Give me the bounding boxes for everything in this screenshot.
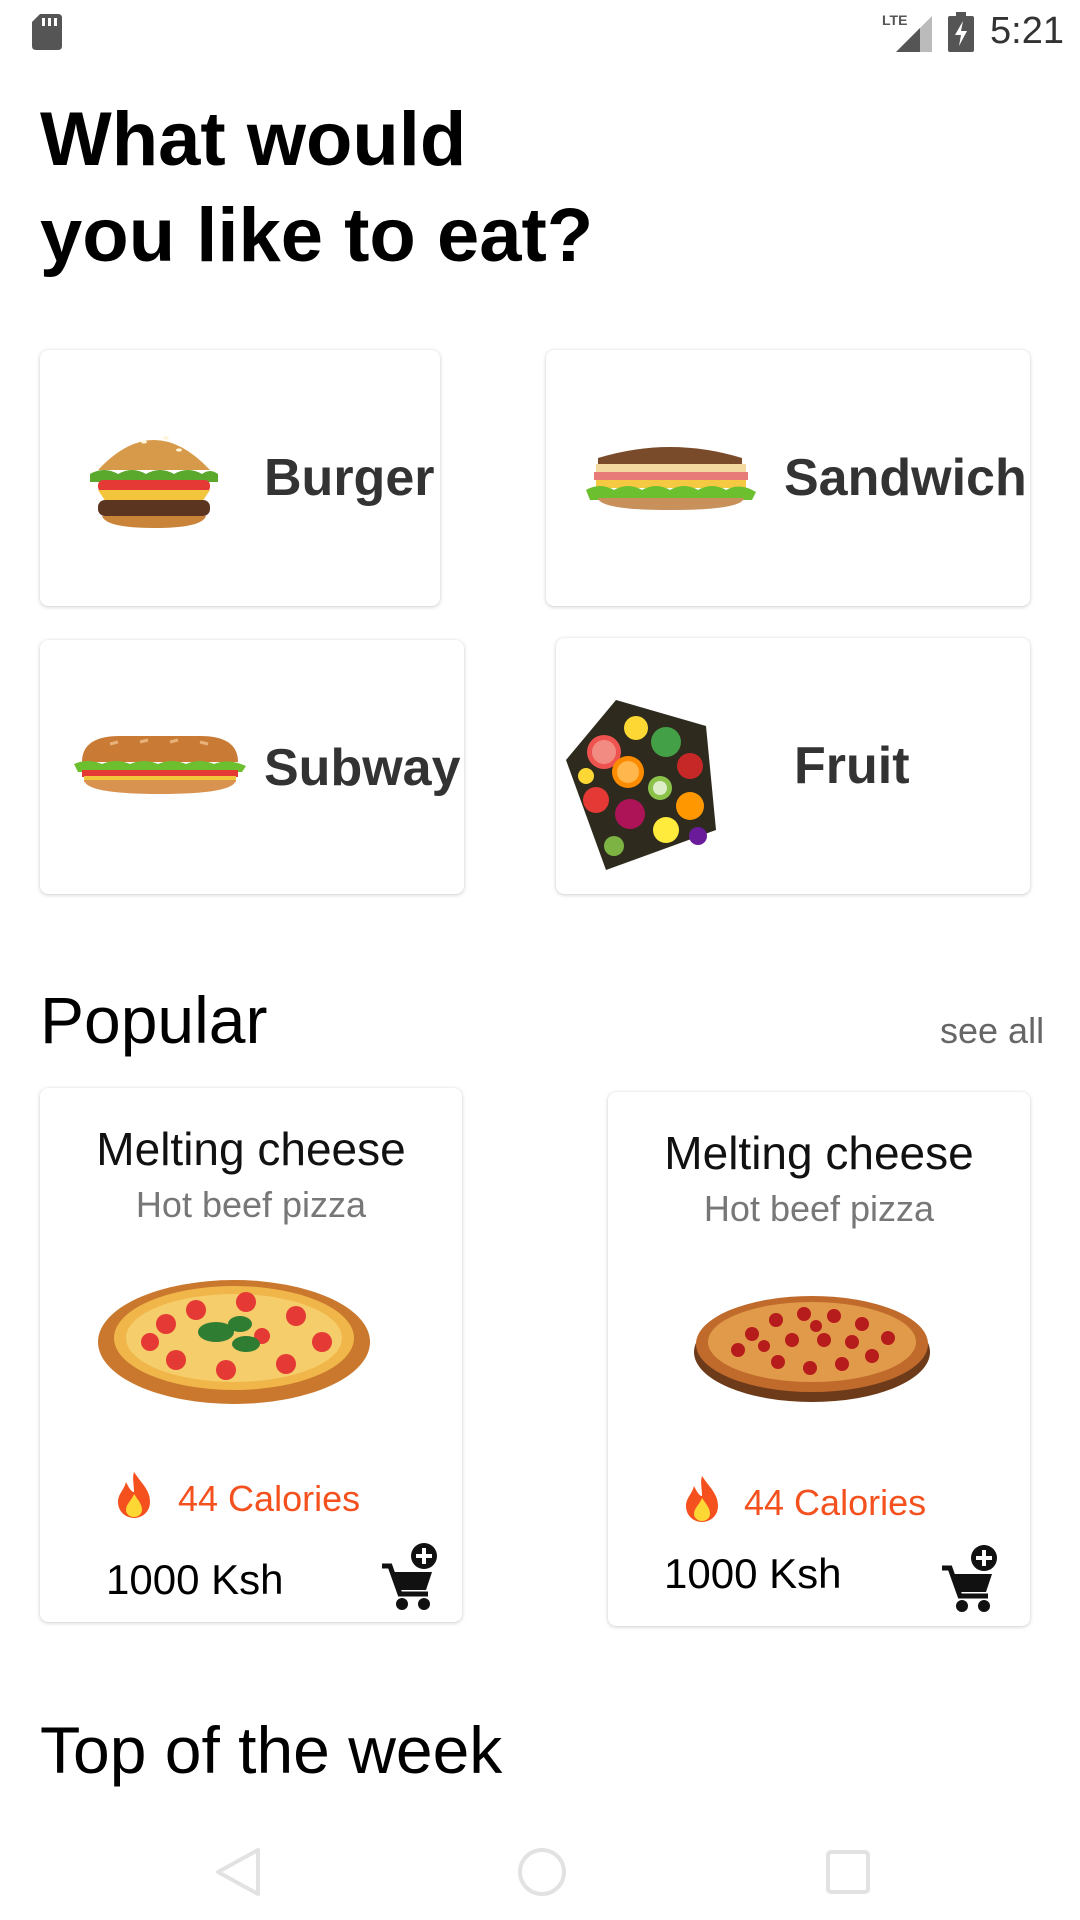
- category-label-sandwich: Sandwich: [784, 449, 1027, 507]
- category-card-fruit[interactable]: Fruit: [556, 638, 1030, 894]
- category-card-burger[interactable]: Burger: [40, 350, 440, 606]
- pepperoni-pizza-image: [694, 1296, 930, 1402]
- popular-item-name: Melting cheese: [96, 1123, 406, 1175]
- popular-item-subtitle: Hot beef pizza: [703, 1188, 935, 1229]
- add-to-cart-icon[interactable]: [380, 1542, 442, 1612]
- category-card-subway[interactable]: Subway: [40, 640, 464, 894]
- see-all-link[interactable]: see all: [940, 1010, 1044, 1052]
- subway-sandwich-image: [74, 736, 246, 794]
- top-of-the-week-heading: Top of the week: [40, 1713, 503, 1787]
- popular-item-card[interactable]: Melting cheese Hot beef pizza 44 Calorie…: [40, 1088, 462, 1622]
- popular-item-price: 1000 Ksh: [106, 1556, 284, 1603]
- add-to-cart-icon[interactable]: [940, 1544, 1002, 1614]
- popular-item-calories: 44 Calories: [178, 1478, 361, 1519]
- category-label-subway: Subway: [264, 739, 461, 797]
- page-title-line1: What would: [40, 97, 467, 182]
- popular-heading: Popular: [40, 983, 268, 1057]
- burger-image: [90, 436, 218, 528]
- category-label-fruit: Fruit: [794, 737, 910, 795]
- page-title: What would you like to eat?: [40, 92, 740, 284]
- popular-item-name: Melting cheese: [664, 1127, 974, 1179]
- home-icon[interactable]: [516, 1846, 568, 1898]
- category-card-sandwich[interactable]: Sandwich: [546, 350, 1030, 606]
- flame-icon: [686, 1476, 718, 1522]
- fruit-image: [566, 700, 716, 870]
- page-title-line2: you like to eat?: [40, 193, 594, 278]
- back-icon[interactable]: [214, 1846, 262, 1898]
- popular-item-subtitle: Hot beef pizza: [135, 1184, 367, 1225]
- lte-signal-icon: LTE: [880, 12, 932, 52]
- sd-card-icon: [32, 14, 62, 50]
- popular-item-card[interactable]: Melting cheese Hot beef pizza 44 Calorie…: [608, 1092, 1030, 1626]
- margherita-pizza-image: [98, 1280, 370, 1404]
- battery-charging-icon: [948, 12, 974, 52]
- popular-item-calories: 44 Calories: [744, 1482, 927, 1523]
- popular-item-price: 1000 Ksh: [664, 1550, 842, 1597]
- sandwich-image: [586, 447, 756, 510]
- recents-icon[interactable]: [824, 1848, 872, 1896]
- flame-icon: [118, 1472, 150, 1518]
- status-bar: LTE 5:21: [0, 0, 1080, 66]
- category-label-burger: Burger: [264, 449, 435, 507]
- clock: 5:21: [990, 10, 1064, 52]
